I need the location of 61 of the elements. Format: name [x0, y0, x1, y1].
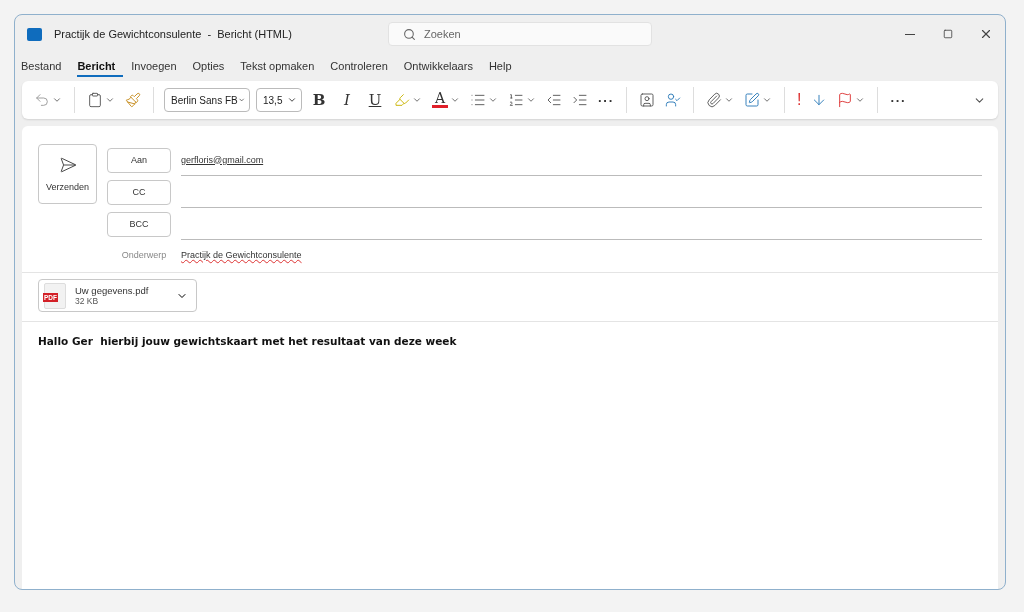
- ribbon-tab[interactable]: Bericht: [77, 57, 124, 77]
- decrease-indent-icon: [546, 92, 562, 108]
- send-button[interactable]: Verzenden: [38, 144, 97, 204]
- undo-icon: [34, 92, 50, 108]
- subject-label: Onderwerp: [120, 250, 168, 260]
- recipient-label-button[interactable]: Aan: [107, 147, 171, 173]
- paintbrush-icon: [125, 92, 141, 108]
- flag-icon: [837, 92, 854, 108]
- ribbon-tab[interactable]: Invoegen: [131, 57, 185, 77]
- font-size-dropdown[interactable]: 13,5: [256, 88, 302, 112]
- caret-icon: [450, 95, 460, 105]
- paperclip-icon: [706, 92, 722, 108]
- ribbon-tab[interactable]: Bestand: [21, 57, 70, 77]
- maximize-icon: [943, 29, 953, 39]
- address-book-button[interactable]: [637, 90, 657, 110]
- contact-card-icon: [639, 92, 655, 108]
- search-field[interactable]: Zoeken: [388, 22, 652, 46]
- minimize-icon: [905, 33, 915, 35]
- ribbon-tab[interactable]: Help: [488, 57, 520, 77]
- caret-icon: [526, 95, 536, 105]
- window-title: Practijk de Gewichtconsulente - Bericht (HTML): [54, 28, 293, 40]
- recipient-label-button[interactable]: BCC: [107, 211, 171, 237]
- more-button[interactable]: ···: [888, 92, 909, 108]
- ribbon-tab[interactable]: Controleren: [330, 57, 396, 77]
- ribbon-tab[interactable]: Ontwikkelaars: [403, 57, 481, 77]
- caret-icon: [105, 95, 115, 105]
- attachment-name: Uw gegevens.pdf: [75, 285, 150, 296]
- bullet-list-icon: [470, 92, 486, 108]
- ribbon-tab[interactable]: Tekst opmaken: [240, 57, 323, 77]
- format-painter-button[interactable]: [123, 90, 143, 110]
- highlighter-icon: [394, 92, 410, 108]
- caret-icon: [724, 95, 734, 105]
- person-check-icon: [665, 92, 681, 108]
- increase-indent-icon: [572, 92, 588, 108]
- pen-square-icon: [744, 92, 760, 108]
- app-logo-icon: [27, 27, 42, 41]
- caret-icon: [762, 95, 772, 105]
- ribbon-tab[interactable]: Opties: [192, 57, 233, 77]
- subject-field[interactable]: Practijk de Gewichtconsulente: [181, 250, 302, 260]
- underline-button[interactable]: U: [364, 91, 386, 109]
- font-color-button[interactable]: A: [430, 90, 462, 110]
- recipient-label-button[interactable]: CC: [107, 179, 171, 205]
- send-icon: [58, 156, 77, 174]
- caret-icon: [855, 95, 866, 105]
- caret-icon: [488, 95, 498, 105]
- caret-icon: [287, 95, 297, 105]
- bold-button[interactable]: B: [308, 91, 330, 109]
- high-importance-button[interactable]: !: [795, 89, 804, 111]
- more-button[interactable]: ···: [596, 92, 616, 108]
- numbered-list-icon: [508, 92, 524, 108]
- recipient-field[interactable]: gerfloris@gmail.com: [181, 144, 982, 176]
- check-names-button[interactable]: [663, 90, 683, 110]
- clipboard-icon: [87, 92, 103, 108]
- search-icon: [403, 27, 416, 41]
- caret-icon: [52, 95, 62, 105]
- message-body[interactable]: Hallo Ger hierbij jouw gewichtskaart met het resultaat van deze week: [22, 322, 998, 360]
- font-dropdown[interactable]: Berlin Sans FB: [164, 88, 250, 112]
- italic-button[interactable]: I: [336, 91, 358, 109]
- attachment-size: 32 KB: [75, 296, 100, 306]
- caret-icon: [412, 95, 422, 105]
- close-icon: [979, 27, 993, 41]
